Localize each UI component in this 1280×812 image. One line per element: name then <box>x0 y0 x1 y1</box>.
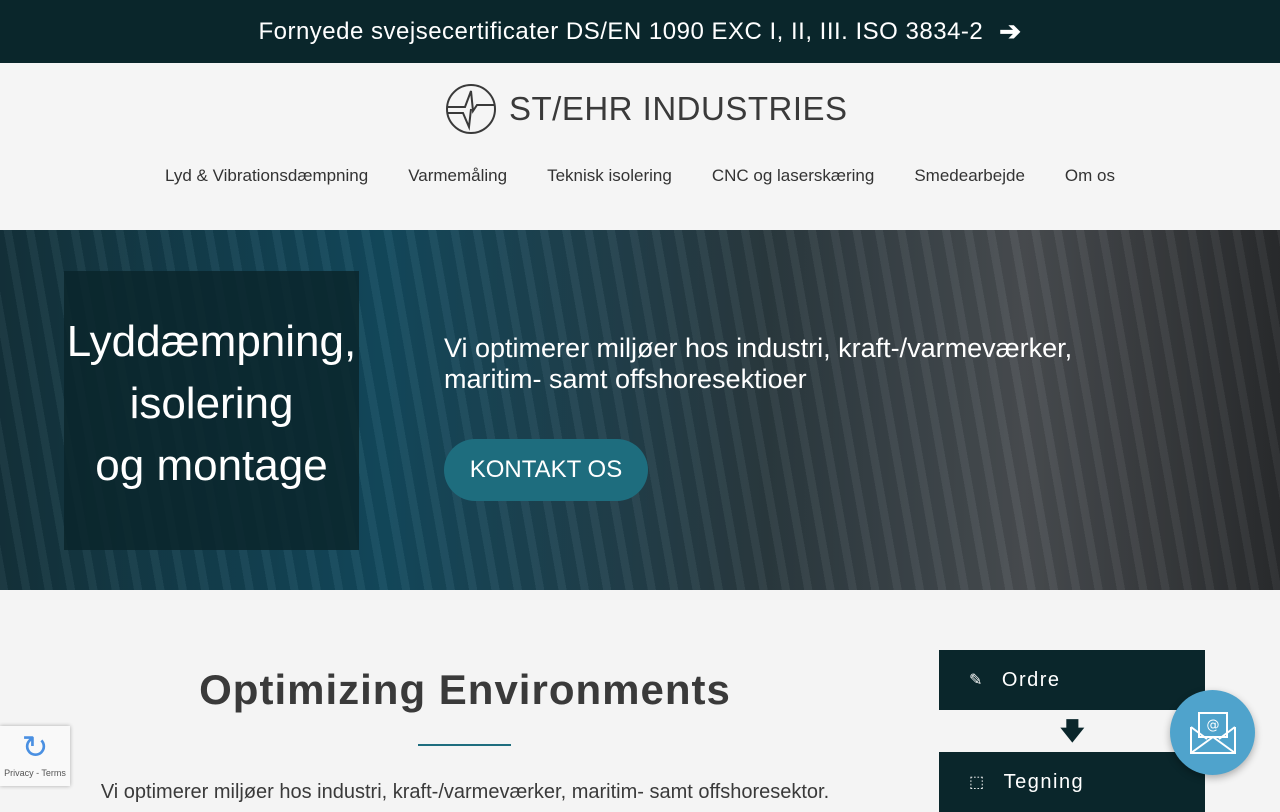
section-text: Vi optimerer miljøer hos industri, kraft… <box>100 781 830 803</box>
logo-mark-icon <box>446 84 496 134</box>
arrow-down-icon: 🡇 <box>1060 718 1085 745</box>
arrow-right-icon[interactable]: ➔ <box>999 16 1021 47</box>
hero-title-line: Lyddæmpning, <box>66 317 357 366</box>
hero-title-box: Lyddæmpning, isolering og montage <box>64 271 359 550</box>
nav-varmemaling[interactable]: Varmemåling <box>408 166 507 186</box>
step-label: Tegning <box>1003 770 1085 793</box>
recaptcha-badge[interactable]: ↻ Privacy - Terms <box>0 726 70 786</box>
hero-title-line: isolering <box>129 379 294 428</box>
step-label: Ordre <box>1001 668 1061 691</box>
site-header: ST/EHR INDUSTRIES Lyd & Vibrationsdæmpni… <box>0 63 1280 230</box>
hero-subtitle: Vi optimerer miljøer hos industri, kraft… <box>444 333 1073 394</box>
drawing-icon: ⬚ <box>969 774 986 791</box>
announcement-bar[interactable]: Fornyede svejsecertificater DS/EN 1090 E… <box>0 0 1280 63</box>
hero-title-line: og montage <box>95 441 328 490</box>
logo[interactable]: ST/EHR INDUSTRIES <box>445 83 848 135</box>
edit-icon: ✎ <box>969 672 984 689</box>
section-title: Optimizing Environments <box>199 666 731 713</box>
nav-teknisk-isolering[interactable]: Teknisk isolering <box>547 166 672 186</box>
contact-mail-button[interactable]: @ <box>1170 690 1255 775</box>
logo-text: ST/EHR INDUSTRIES <box>509 90 848 127</box>
recaptcha-links[interactable]: Privacy - Terms <box>4 768 66 778</box>
svg-text:@: @ <box>1206 718 1219 733</box>
nav-lyd-vibration[interactable]: Lyd & Vibrationsdæmpning <box>165 166 368 186</box>
contact-button[interactable]: KONTAKT OS <box>444 439 648 501</box>
hero-banner: Lyddæmpning, isolering og montage Vi opt… <box>0 230 1280 590</box>
step-ordre[interactable]: ✎ Ordre <box>939 650 1205 710</box>
nav-cnc-laser[interactable]: CNC og laserskæring <box>712 166 875 186</box>
nav-smedearbejde[interactable]: Smedearbejde <box>914 166 1025 186</box>
nav-om-os[interactable]: Om os <box>1065 166 1115 186</box>
step-tegning[interactable]: ⬚ Tegning <box>939 752 1205 812</box>
mail-icon: @ <box>1189 711 1236 754</box>
recaptcha-icon: ↻ <box>21 729 49 765</box>
title-divider <box>418 744 511 746</box>
announcement-text: Fornyede svejsecertificater DS/EN 1090 E… <box>258 17 984 45</box>
main-nav: Lyd & Vibrationsdæmpning Varmemåling Tek… <box>0 166 1280 186</box>
